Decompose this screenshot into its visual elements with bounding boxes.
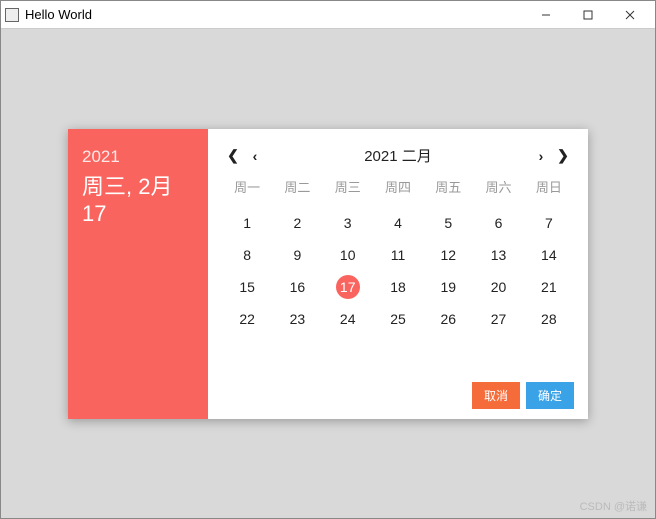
calendar-day[interactable]: 3: [323, 210, 373, 236]
calendar-day[interactable]: 11: [373, 242, 423, 268]
day-of-week-header: 周二: [272, 173, 322, 204]
next-month-button[interactable]: ›: [530, 148, 552, 164]
calendar-day[interactable]: 8: [222, 242, 272, 268]
selected-date[interactable]: 周三, 2月 17: [82, 173, 194, 228]
calendar-day[interactable]: 20: [473, 274, 523, 300]
ok-button[interactable]: 确定: [526, 382, 574, 409]
calendar-day[interactable]: 28: [524, 306, 574, 332]
calendar-day[interactable]: 18: [373, 274, 423, 300]
calendar-day[interactable]: 19: [423, 274, 473, 300]
window-frame: Hello World 2021 周三, 2月 17: [0, 0, 656, 519]
calendar-day[interactable]: 15: [222, 274, 272, 300]
app-icon: [5, 8, 19, 22]
day-of-week-header: 周一: [222, 173, 272, 204]
window-title: Hello World: [25, 7, 525, 22]
calendar-day[interactable]: 13: [473, 242, 523, 268]
maximize-button[interactable]: [567, 2, 609, 28]
window-body: 2021 周三, 2月 17 ❮ ‹ 2021 二月 › ❯ 周一周二周三周四周…: [1, 29, 655, 518]
minimize-icon: [541, 10, 551, 20]
cancel-button[interactable]: 取消: [472, 382, 520, 409]
day-of-week-header: 周五: [423, 173, 473, 204]
watermark: CSDN @诺谦: [580, 498, 647, 514]
day-of-week-header: 周四: [373, 173, 423, 204]
calendar-day[interactable]: 12: [423, 242, 473, 268]
day-of-week-header: 周六: [473, 173, 523, 204]
minimize-button[interactable]: [525, 2, 567, 28]
next-year-button[interactable]: ❯: [552, 147, 574, 164]
day-of-week-header: 周日: [524, 173, 574, 204]
calendar-day[interactable]: 10: [323, 242, 373, 268]
calendar-title: 2021 二月: [266, 145, 530, 166]
calendar-day[interactable]: 9: [272, 242, 322, 268]
selected-year[interactable]: 2021: [82, 147, 194, 167]
calendar-day[interactable]: 2: [272, 210, 322, 236]
calendar-day[interactable]: 17: [323, 274, 373, 300]
prev-month-button[interactable]: ‹: [244, 148, 266, 164]
calendar-day[interactable]: 21: [524, 274, 574, 300]
calendar-day[interactable]: 16: [272, 274, 322, 300]
calendar-day[interactable]: 22: [222, 306, 272, 332]
day-of-week-header: 周三: [323, 173, 373, 204]
calendar-day[interactable]: 14: [524, 242, 574, 268]
calendar-day[interactable]: 4: [373, 210, 423, 236]
prev-year-button[interactable]: ❮: [222, 147, 244, 164]
selected-date-line1: 周三, 2月: [82, 174, 172, 199]
dialog-actions: 取消 确定: [222, 374, 574, 409]
calendar-grid: 周一周二周三周四周五周六周日12345678910111213141516171…: [222, 173, 574, 332]
datepicker-main: ❮ ‹ 2021 二月 › ❯ 周一周二周三周四周五周六周日1234567891…: [208, 129, 588, 419]
calendar-day[interactable]: 24: [323, 306, 373, 332]
calendar-header: ❮ ‹ 2021 二月 › ❯: [222, 139, 574, 173]
maximize-icon: [583, 10, 593, 20]
selected-date-line2: 17: [82, 201, 106, 226]
titlebar: Hello World: [1, 1, 655, 29]
calendar-day[interactable]: 7: [524, 210, 574, 236]
calendar-day[interactable]: 27: [473, 306, 523, 332]
calendar-day[interactable]: 25: [373, 306, 423, 332]
window-controls: [525, 2, 651, 28]
datepicker-dialog: 2021 周三, 2月 17 ❮ ‹ 2021 二月 › ❯ 周一周二周三周四周…: [68, 129, 588, 419]
calendar-day[interactable]: 1: [222, 210, 272, 236]
close-icon: [625, 10, 635, 20]
calendar-day[interactable]: 6: [473, 210, 523, 236]
calendar-day[interactable]: 23: [272, 306, 322, 332]
calendar-day[interactable]: 26: [423, 306, 473, 332]
close-button[interactable]: [609, 2, 651, 28]
calendar-day[interactable]: 5: [423, 210, 473, 236]
datepicker-sidebar: 2021 周三, 2月 17: [68, 129, 208, 419]
